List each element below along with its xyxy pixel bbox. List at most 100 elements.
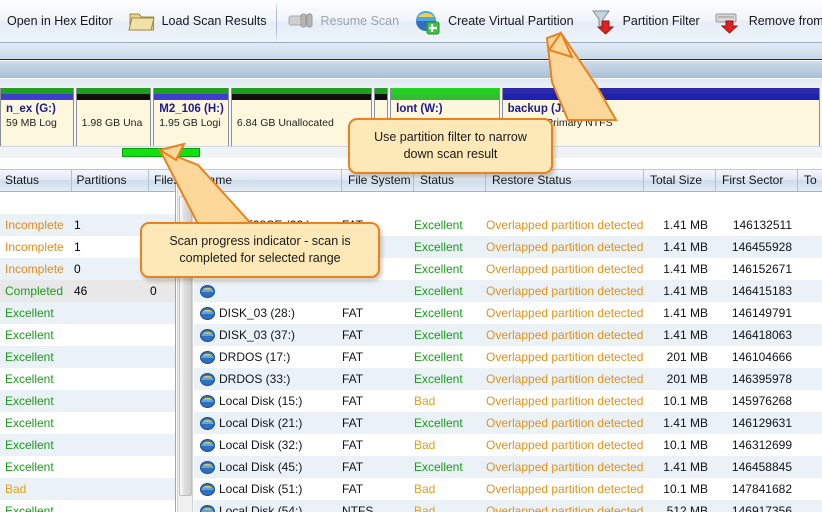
cell-file-system: FAT: [342, 350, 364, 364]
column-header-status[interactable]: Status: [0, 170, 72, 191]
window-strip-mid: [0, 61, 822, 79]
parent-folder-marker[interactable]: ...: [194, 196, 213, 210]
load-scan-results-button[interactable]: Load Scan Results: [120, 2, 274, 41]
disk-partition-icon: [200, 460, 215, 474]
row-status: Excellent: [5, 504, 54, 512]
disk-partition-block[interactable]: M2_106 (H:) 1.95 GB Logi: [153, 88, 229, 146]
disk-partition-icon: [200, 394, 215, 408]
cell-name: Local Disk (45:): [194, 460, 342, 474]
scan-status-row[interactable]: Excellent: [0, 346, 175, 368]
scan-status-row[interactable]: Completed 46 0: [0, 280, 175, 302]
table-row[interactable]: Local Disk (21:) FAT Excellent Overlapped p…: [194, 412, 822, 434]
remove-from-scan-result-label: Remove from Scan Result: [748, 14, 822, 28]
table-row[interactable]: Local Disk (54:) NTFS Bad Overlapped partit…: [194, 500, 822, 512]
table-row[interactable]: Local Disk (51:) FAT Bad Overlapped partiti…: [194, 478, 822, 500]
table-row[interactable]: Local Disk (45:) FAT Excellent Overlapped p…: [194, 456, 822, 478]
cell-name: [194, 284, 342, 298]
table-row[interactable]: DRDOS (33:) FAT Excellent Overlapped partit…: [194, 368, 822, 390]
cell-name: DISK_03 (37:): [194, 328, 342, 342]
cell-status: Bad: [414, 504, 436, 512]
cell-status: Bad: [414, 394, 436, 408]
row-status: Excellent: [5, 394, 54, 408]
cell-total-size: 1.41 MB: [663, 284, 708, 298]
callout-scan-progress: Scan progress indicator - scan is comple…: [140, 222, 380, 278]
scan-status-row[interactable]: Excellent: [0, 390, 175, 412]
cell-first-sector: 146152671: [731, 262, 792, 276]
scan-status-row[interactable]: Excellent: [0, 412, 175, 434]
toolbar-separator-1: [275, 0, 277, 42]
column-header-name[interactable]: Name: [194, 170, 342, 191]
row-status: Completed: [5, 284, 64, 298]
disk-partition-icon: [200, 372, 215, 386]
disk-partition-block[interactable]: 1.98 GB Una: [75, 88, 152, 146]
row-partition-count: 1: [74, 240, 81, 254]
resume-scan-icon: [286, 7, 316, 35]
partition-name-text: DRDOS (33:): [219, 372, 291, 386]
remove-from-scan-result-button[interactable]: Remove from Scan Result: [707, 2, 822, 41]
cell-file-system: FAT: [342, 460, 364, 474]
partition-name-text: Local Disk (51:): [219, 482, 303, 496]
cell-total-size: 10.1 MB: [663, 482, 708, 496]
row-partition-count: 0: [74, 262, 81, 276]
table-row[interactable]: Local Disk (32:) FAT Bad Overlapped partiti…: [194, 434, 822, 456]
partition-filter-button[interactable]: Partition Filter: [581, 2, 707, 41]
partition-name-text: DISK_03 (37:): [219, 328, 296, 342]
cell-first-sector: 146418063: [731, 328, 792, 342]
column-header-to[interactable]: To: [798, 170, 822, 191]
cell-restore-status: Overlapped partition detected: [486, 482, 644, 496]
cell-restore-status: Overlapped partition detected: [486, 284, 644, 298]
partition-label: M2_106 (H:): [159, 103, 224, 115]
cell-name: DRDOS (33:): [194, 372, 342, 386]
cell-restore-status: Overlapped partition detected: [486, 240, 644, 254]
cell-restore-status: Overlapped partition detected: [486, 416, 644, 430]
resume-scan-label: Resume Scan: [320, 14, 400, 28]
create-virtual-partition-button[interactable]: Create Virtual Partition: [406, 2, 581, 41]
table-row[interactable]: ...: [194, 192, 822, 214]
cell-file-system: FAT: [342, 416, 364, 430]
table-row[interactable]: DISK_03 (37:) FAT Excellent Overlapped part…: [194, 324, 822, 346]
cell-restore-status: Overlapped partition detected: [486, 394, 644, 408]
cell-name: Local Disk (54:): [194, 504, 342, 512]
row-status: Excellent: [5, 416, 54, 430]
column-header-first-sector[interactable]: First Sector: [716, 170, 798, 191]
table-row[interactable]: Excellent Overlapped partition detected 1.…: [194, 280, 822, 302]
disk-partition-block[interactable]: n_ex (G:) 59 MB Log: [0, 88, 74, 146]
resume-scan-button[interactable]: Resume Scan: [279, 2, 407, 41]
scan-status-row[interactable]: Excellent: [0, 456, 175, 478]
cell-file-system: NTFS: [342, 504, 374, 512]
cell-status: Excellent: [414, 460, 463, 474]
table-row[interactable]: DRDOS (17:) FAT Excellent Overlapped partit…: [194, 346, 822, 368]
partition-name-text: Local Disk (21:): [219, 416, 303, 430]
disk-partition-icon: [200, 284, 215, 298]
scan-status-row[interactable]: [0, 192, 175, 214]
cell-file-system: FAT: [342, 482, 364, 496]
row-status: Bad: [5, 482, 27, 496]
cell-first-sector: 146458845: [731, 460, 792, 474]
table-row[interactable]: Local Disk (15:) FAT Bad Overlapped partiti…: [194, 390, 822, 412]
cell-first-sector: 146395978: [731, 372, 792, 386]
scan-status-row[interactable]: Excellent: [0, 434, 175, 456]
toolbar-group-left: Open in Hex Editor Load Scan Results Res…: [0, 0, 822, 43]
scan-status-row[interactable]: Bad: [0, 478, 175, 500]
cell-name: DRDOS (17:): [194, 350, 342, 364]
open-in-hex-editor-button[interactable]: Open in Hex Editor: [0, 2, 120, 41]
partition-label: n_ex (G:): [6, 103, 56, 115]
table-row[interactable]: DISK_03 (28:) FAT Excellent Overlapped part…: [194, 302, 822, 324]
scan-status-row[interactable]: Excellent: [0, 324, 175, 346]
remove-scan-result-icon: [714, 7, 744, 35]
column-header-partitions[interactable]: Partitions: [72, 170, 149, 191]
create-virtual-partition-icon: [413, 7, 443, 35]
cell-restore-status: Overlapped partition detected: [486, 372, 644, 386]
row-status: Incomplete: [5, 218, 64, 232]
scan-status-row[interactable]: Excellent: [0, 500, 175, 512]
cell-status: Excellent: [414, 262, 463, 276]
scan-status-row[interactable]: Excellent: [0, 368, 175, 390]
row-status: Excellent: [5, 350, 54, 364]
column-header-total-size[interactable]: Total Size: [644, 170, 716, 191]
cell-status: Bad: [414, 438, 436, 452]
create-virtual-partition-label: Create Virtual Partition: [448, 14, 574, 28]
cell-status: Excellent: [414, 350, 463, 364]
cell-total-size: 1.41 MB: [663, 460, 708, 474]
scan-status-row[interactable]: Excellent: [0, 302, 175, 324]
column-header-files[interactable]: Files: [149, 170, 179, 191]
